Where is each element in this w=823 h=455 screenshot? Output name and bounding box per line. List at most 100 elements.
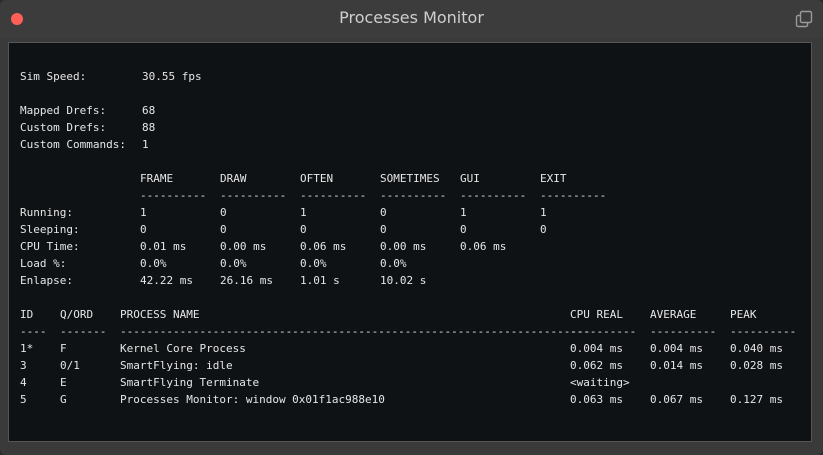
phase-cell: 1: [140, 206, 147, 219]
custom-commands-value: 1: [142, 138, 149, 151]
phase-row-enlapse: Enlapse: 42.22 ms 26.16 ms 1.01 s 10.02 …: [20, 272, 426, 289]
phase-header-draw: DRAW: [220, 172, 247, 185]
mapped-drefs-line: Mapped Drefs: 68: [20, 102, 155, 119]
process-header-row: ID Q/ORD PROCESS NAME CPU REAL AVERAGE P…: [20, 306, 757, 323]
phase-header-sometimes: SOMETIMES: [380, 172, 440, 185]
custom-commands-label: Custom Commands:: [20, 138, 126, 151]
phase-row-label: CPU Time:: [20, 240, 80, 253]
phase-cell: 0: [220, 223, 227, 236]
phase-row-load: Load %: 0.0% 0.0% 0.0% 0.0%: [20, 255, 407, 272]
custom-drefs-label: Custom Drefs:: [20, 121, 107, 134]
phase-row-label: Running:: [20, 206, 73, 219]
process-header-average: AVERAGE: [650, 308, 697, 321]
phase-row-label: Enlapse:: [20, 274, 73, 287]
process-qord: E: [60, 376, 67, 389]
phase-row-sleeping: Sleeping: 0 0 0 0 0 0: [20, 221, 547, 238]
phase-cell: 1: [460, 206, 467, 219]
process-id: 1*: [20, 342, 34, 355]
process-id: 3: [20, 359, 27, 372]
process-underline: ----------: [730, 325, 797, 338]
phase-header-gui: GUI: [460, 172, 480, 185]
phase-underline: ----------: [460, 189, 527, 202]
phase-underline: ----------: [140, 189, 207, 202]
process-header-name: PROCESS NAME: [120, 308, 200, 321]
phase-underline: ----------: [300, 189, 367, 202]
phase-cell: 0.0%: [380, 257, 407, 270]
custom-drefs-value: 88: [142, 121, 156, 134]
process-row: 5 G Processes Monitor: window 0x01f1ac98…: [20, 391, 783, 408]
phase-row-label: Load %:: [20, 257, 67, 270]
process-name: Processes Monitor: window 0x01f1ac988e10: [120, 393, 385, 406]
phase-cell: 0.0%: [300, 257, 327, 270]
phase-header-often: OFTEN: [300, 172, 334, 185]
process-underline: ----: [20, 325, 47, 338]
custom-drefs-line: Custom Drefs: 88: [20, 119, 155, 136]
phase-cell: 1.01 s: [300, 274, 340, 287]
process-id: 5: [20, 393, 27, 406]
phase-cell: 0.0%: [140, 257, 167, 270]
phase-header-exit: EXIT: [540, 172, 567, 185]
process-cpu-real: 0.004 ms: [570, 342, 623, 355]
process-average: 0.004 ms: [650, 342, 703, 355]
sim-speed-line: Sim Speed: 30.55 fps: [20, 68, 202, 85]
phase-cell: 0.00 ms: [220, 240, 267, 253]
phase-cell: 0: [380, 223, 387, 236]
process-qord: 0/1: [60, 359, 80, 372]
process-peak: 0.040 ms: [730, 342, 783, 355]
process-average: 0.067 ms: [650, 393, 703, 406]
process-peak: 0.127 ms: [730, 393, 783, 406]
process-cpu-real: 0.062 ms: [570, 359, 623, 372]
processes-monitor-window: Processes Monitor Sim Speed: 30.55 fps M…: [0, 0, 823, 455]
phase-cell: 0: [460, 223, 467, 236]
sim-speed-label: Sim Speed:: [20, 70, 87, 83]
process-underline: ----------------------------------------…: [120, 325, 591, 338]
phase-cell: 0.00 ms: [380, 240, 427, 253]
process-header-cpu-real: CPU REAL: [570, 308, 623, 321]
process-id: 4: [20, 376, 27, 389]
phase-cell: 1: [540, 206, 547, 219]
mapped-drefs-value: 68: [142, 104, 156, 117]
phase-cell: 0: [300, 223, 307, 236]
process-qord: G: [60, 393, 67, 406]
phase-row-cpu-time: CPU Time: 0.01 ms 0.00 ms 0.06 ms 0.00 m…: [20, 238, 506, 255]
process-underline-row: ---- ------- ---------------------------…: [20, 323, 796, 340]
process-name: SmartFlying Terminate: [120, 376, 260, 389]
custom-commands-line: Custom Commands: 1: [20, 136, 149, 153]
phase-cell: 1: [300, 206, 307, 219]
phase-cell: 0.06 ms: [300, 240, 347, 253]
process-row: 1* F Kernel Core Process 0.004 ms 0.004 …: [20, 340, 783, 357]
phase-cell: 0: [540, 223, 547, 236]
process-name: SmartFlying: idle: [120, 359, 233, 372]
phase-header-frame: FRAME: [140, 172, 174, 185]
phase-cell: 0: [380, 206, 387, 219]
phase-cell: 0.06 ms: [460, 240, 507, 253]
process-average: 0.014 ms: [650, 359, 703, 372]
process-underline: ----------: [570, 325, 637, 338]
sim-speed-value: 30.55 fps: [142, 70, 202, 83]
phase-cell: 0.01 ms: [140, 240, 187, 253]
phase-underline-row: ---------- ---------- ---------- -------…: [20, 187, 606, 204]
phase-row-label: Sleeping:: [20, 223, 80, 236]
phase-cell: 0: [220, 206, 227, 219]
title-bar[interactable]: Processes Monitor: [0, 0, 823, 38]
phase-cell: 42.22 ms: [140, 274, 193, 287]
phase-cell: 26.16 ms: [220, 274, 273, 287]
phase-cell: 0: [140, 223, 147, 236]
process-cpu-real: 0.063 ms: [570, 393, 623, 406]
process-row: 4 E SmartFlying Terminate <waiting>: [20, 374, 630, 391]
phase-cell: 10.02 s: [380, 274, 427, 287]
process-qord: F: [60, 342, 67, 355]
phase-row-running: Running: 1 0 1 0 1 1: [20, 204, 547, 221]
popout-window-icon[interactable]: [795, 10, 813, 28]
phase-underline: ----------: [220, 189, 287, 202]
phase-underline: ----------: [540, 189, 607, 202]
phase-cell: 0.0%: [220, 257, 247, 270]
process-underline: ----------: [650, 325, 717, 338]
process-peak: 0.028 ms: [730, 359, 783, 372]
process-underline: -------: [60, 325, 107, 338]
process-header-peak: PEAK: [730, 308, 757, 321]
window-title: Processes Monitor: [339, 8, 484, 27]
process-console: Sim Speed: 30.55 fps Mapped Drefs: 68 Cu…: [8, 42, 812, 442]
process-header-id: ID: [20, 308, 34, 321]
process-name: Kernel Core Process: [120, 342, 246, 355]
